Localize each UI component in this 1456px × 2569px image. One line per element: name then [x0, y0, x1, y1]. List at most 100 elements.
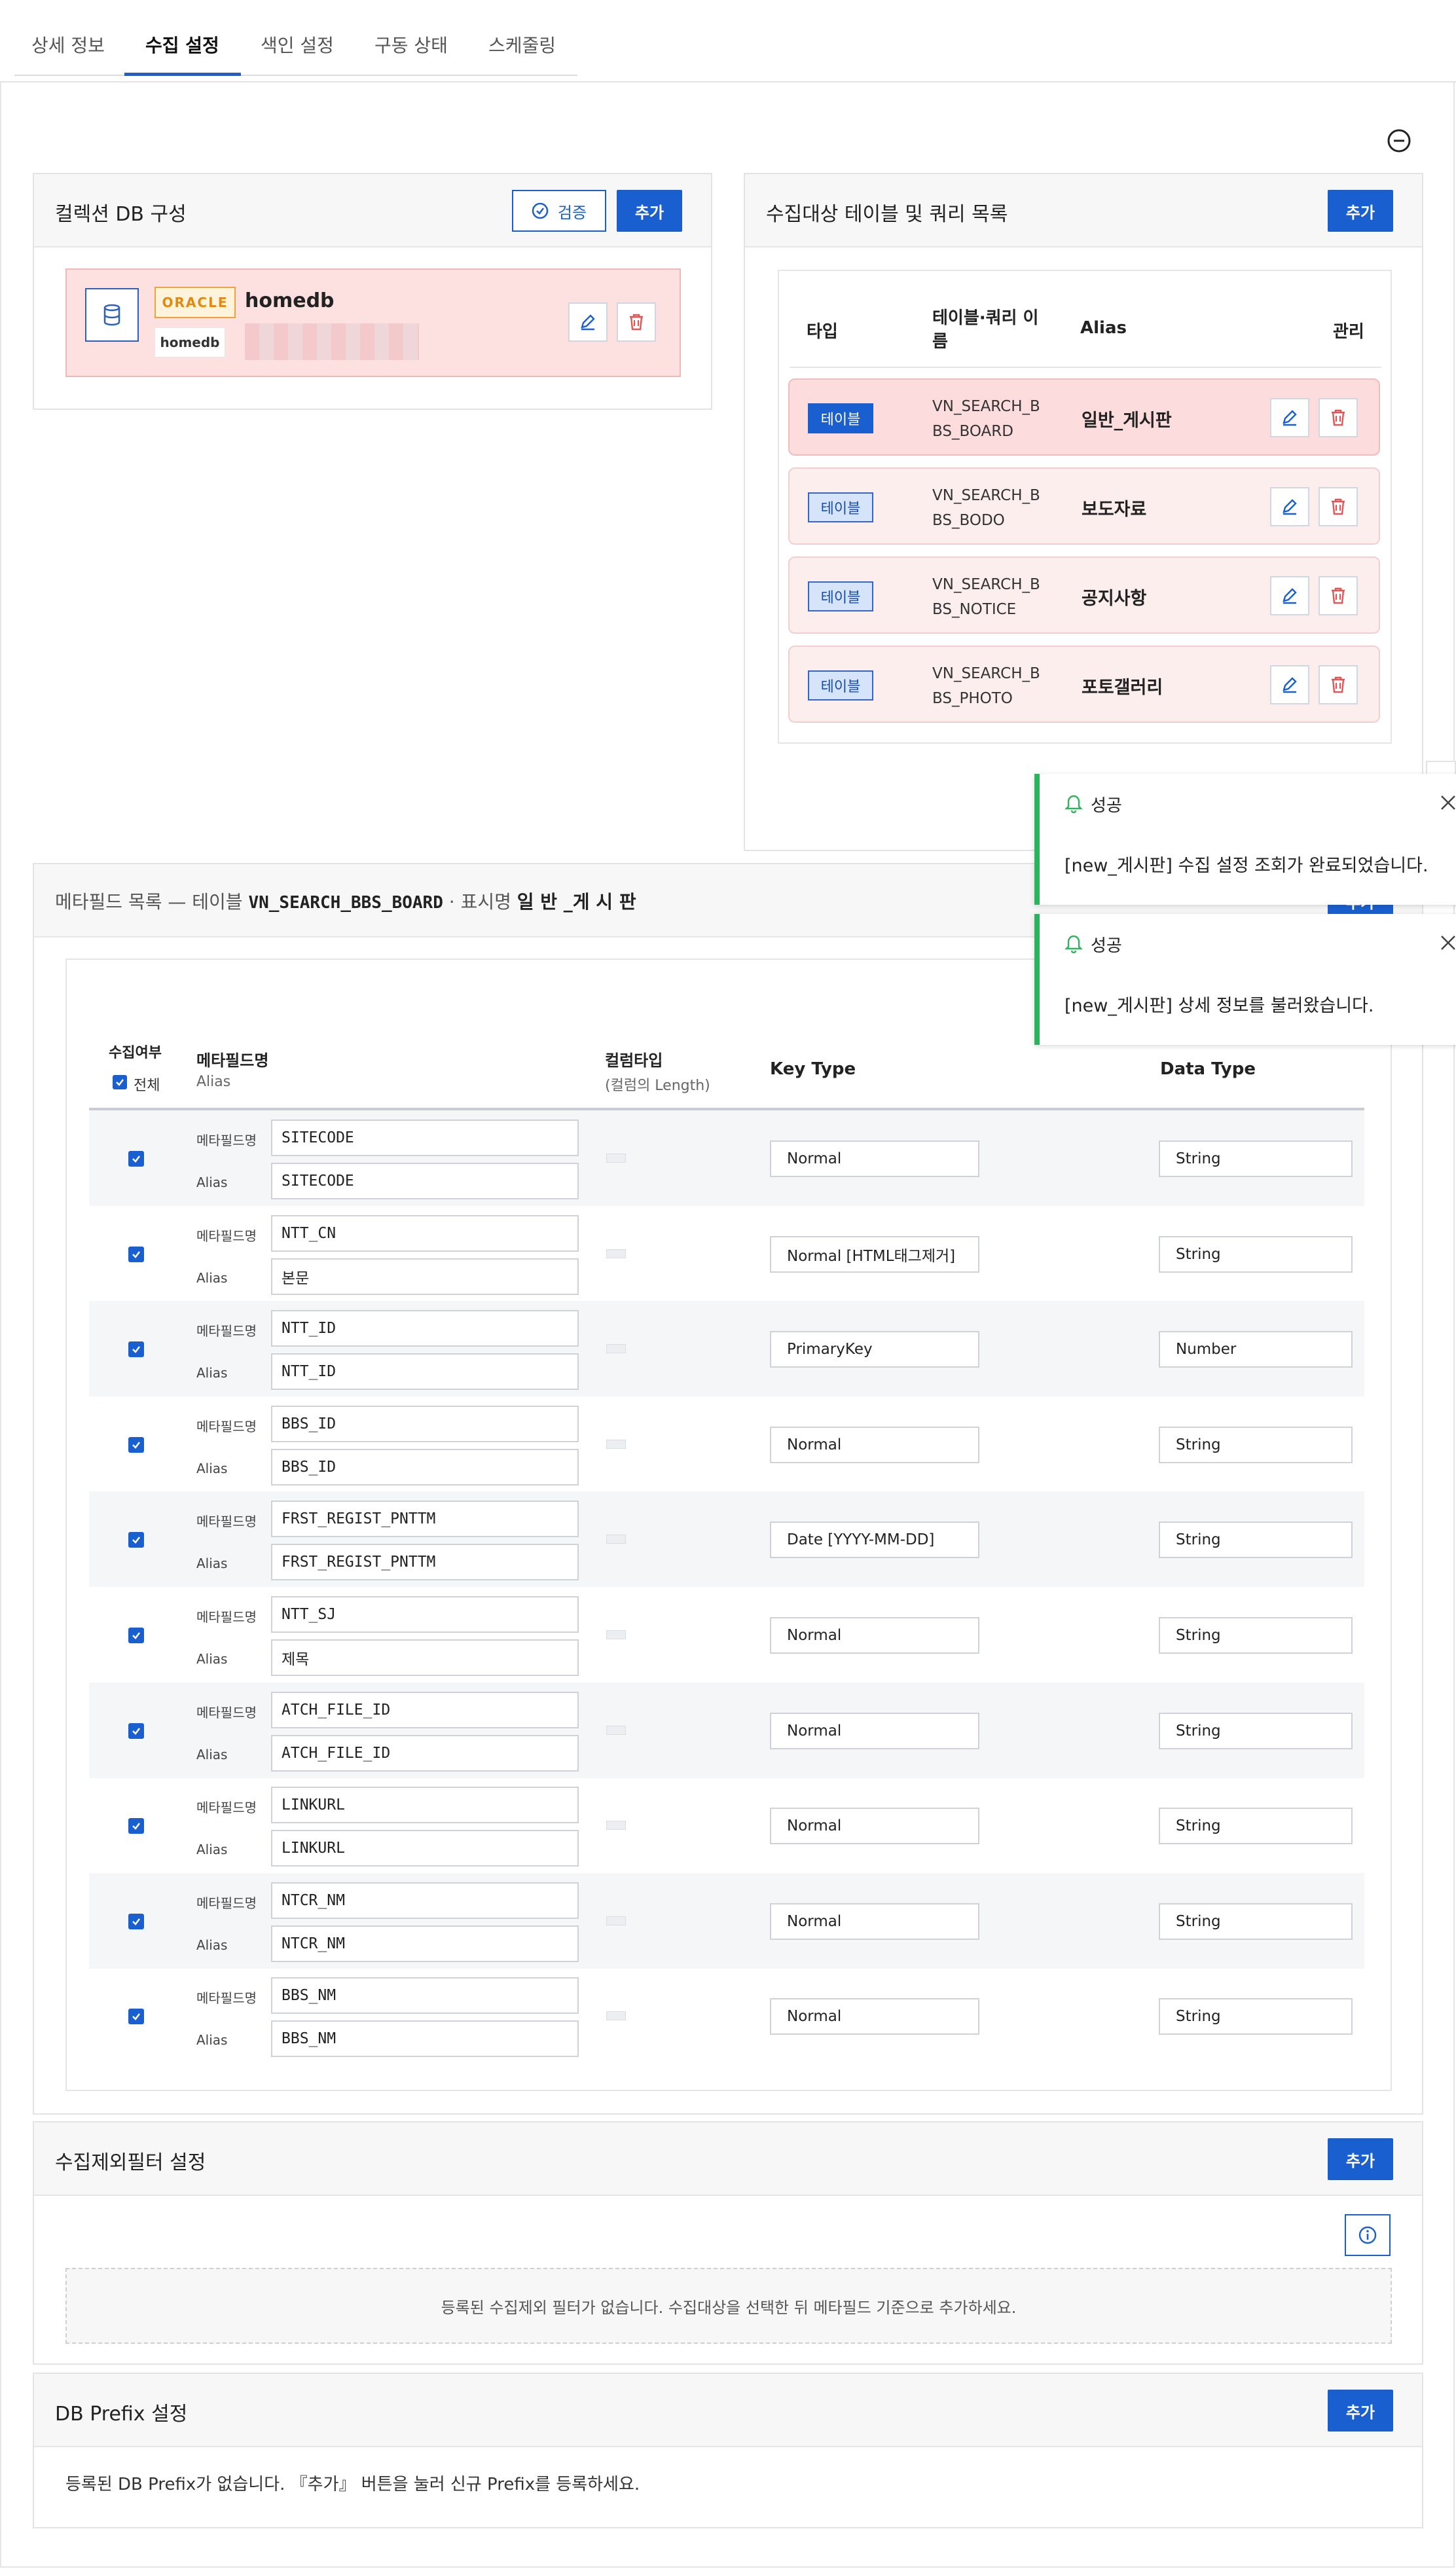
key-type-select[interactable]: Normal	[770, 1427, 979, 1463]
key-type-select[interactable]: PrimaryKey	[770, 1331, 979, 1368]
table-alias: 포토갤러리	[1082, 678, 1163, 698]
db-card[interactable]: ORACLE homedb homedb	[65, 268, 681, 377]
data-type-select[interactable]: String	[1159, 1998, 1353, 2035]
tab-index-settings[interactable]: 색인 설정	[261, 31, 334, 58]
collect-checkbox[interactable]	[128, 1247, 144, 1262]
alias-input[interactable]: SITECODE	[271, 1163, 579, 1199]
alias-input[interactable]: NTCR_NM	[271, 1925, 579, 1962]
alias-input[interactable]: 제목	[271, 1639, 579, 1676]
type-badge: 테이블	[808, 670, 873, 701]
key-type-select[interactable]: Date [YYYY-MM-DD]	[770, 1521, 979, 1558]
verify-button[interactable]: 검증	[512, 190, 606, 232]
field-name-label: 메타필드명	[196, 1609, 257, 1625]
collect-checkbox[interactable]	[128, 1723, 144, 1739]
collect-checkbox[interactable]	[128, 1151, 144, 1167]
field-name-input[interactable]: ATCH_FILE_ID	[271, 1692, 579, 1728]
field-name-input[interactable]: LINKURL	[271, 1787, 579, 1823]
column-type-placeholder	[606, 1154, 626, 1163]
edit-table-button[interactable]	[1270, 665, 1309, 704]
alias-label: Alias	[196, 1556, 228, 1571]
verify-button-label: 검증	[557, 203, 587, 222]
data-type-select[interactable]: Number	[1159, 1331, 1353, 1368]
field-name-input[interactable]: NTCR_NM	[271, 1882, 579, 1919]
delete-db-button[interactable]	[617, 302, 656, 342]
alias-input[interactable]: BBS_NM	[271, 2020, 579, 2057]
add-db-prefix-button[interactable]: 추가	[1328, 2390, 1393, 2432]
alias-input[interactable]: LINKURL	[271, 1830, 579, 1867]
alias-input[interactable]: 본문	[271, 1258, 579, 1295]
delete-table-button[interactable]	[1319, 398, 1358, 437]
edit-db-button[interactable]	[568, 302, 608, 342]
db-prefix-panel: DB Prefix 설정 추가 등록된 DB Prefix가 없습니다. 『추가…	[33, 2373, 1423, 2528]
alias-input[interactable]: NTT_ID	[271, 1353, 579, 1390]
alias-label: Alias	[196, 1175, 228, 1190]
data-type-select[interactable]: String	[1159, 1713, 1353, 1749]
data-type-select[interactable]: String	[1159, 1521, 1353, 1558]
app-root: 상세 정보 수집 설정 색인 설정 구동 상태 스케줄링 컬렉션 DB 구성 검…	[0, 0, 1456, 2569]
edit-table-button[interactable]	[1270, 398, 1309, 437]
select-all-checkbox[interactable]	[113, 1075, 127, 1089]
pencil-icon	[1283, 677, 1297, 693]
active-tab-indicator	[124, 73, 241, 76]
header-divider	[790, 367, 1381, 368]
data-type-select[interactable]: String	[1159, 1140, 1353, 1177]
metafield-row: 메타필드명 NTT_SJ Alias 제목 Normal String	[89, 1587, 1364, 1683]
pencil-icon	[1283, 499, 1297, 515]
field-name-input[interactable]: SITECODE	[271, 1120, 579, 1156]
collect-checkbox[interactable]	[128, 1532, 144, 1548]
delete-table-button[interactable]	[1319, 487, 1358, 526]
tab-detail-info[interactable]: 상세 정보	[31, 31, 105, 58]
close-icon[interactable]	[1439, 934, 1456, 952]
alias-label: Alias	[196, 1270, 228, 1286]
key-type-select[interactable]: Normal	[770, 1713, 979, 1749]
alias-input[interactable]: ATCH_FILE_ID	[271, 1735, 579, 1772]
close-icon[interactable]	[1439, 793, 1456, 812]
collect-checkbox[interactable]	[128, 1341, 144, 1357]
key-type-select[interactable]: Normal	[770, 1808, 979, 1844]
field-name-input[interactable]: NTT_ID	[271, 1310, 579, 1347]
add-exclude-filter-button[interactable]: 추가	[1328, 2138, 1393, 2180]
table-row[interactable]: 테이블 VN_SEARCH_BBS_PHOTO 포토갤러리	[788, 646, 1380, 723]
tab-collect-settings[interactable]: 수집 설정	[145, 31, 219, 58]
delete-table-button[interactable]	[1319, 576, 1358, 615]
metafield-row: 메타필드명 BBS_NM Alias BBS_NM Normal String	[89, 1968, 1364, 2064]
metafield-row: 메타필드명 LINKURL Alias LINKURL Normal String	[89, 1777, 1364, 1873]
alias-input[interactable]: BBS_ID	[271, 1449, 579, 1485]
table-row[interactable]: 테이블 VN_SEARCH_BBS_BODO 보도자료	[788, 467, 1380, 545]
field-name-input[interactable]: BBS_NM	[271, 1977, 579, 2014]
collect-checkbox[interactable]	[128, 1628, 144, 1643]
collect-checkbox[interactable]	[128, 2009, 144, 2024]
data-type-select[interactable]: String	[1159, 1236, 1353, 1273]
field-name-input[interactable]: FRST_REGIST_PNTTM	[271, 1501, 579, 1537]
table-row[interactable]: 테이블 VN_SEARCH_BBS_NOTICE 공지사항	[788, 556, 1380, 634]
collect-checkbox[interactable]	[128, 1437, 144, 1453]
add-table-button[interactable]: 추가	[1328, 190, 1393, 232]
field-name-label: 메타필드명	[196, 1705, 257, 1721]
field-name-label: 메타필드명	[196, 1990, 257, 2006]
data-type-select[interactable]: String	[1159, 1808, 1353, 1844]
delete-table-button[interactable]	[1319, 665, 1358, 704]
field-name-input[interactable]: NTT_SJ	[271, 1596, 579, 1633]
field-name-input[interactable]: BBS_ID	[271, 1406, 579, 1442]
key-type-select[interactable]: Normal	[770, 1140, 979, 1177]
field-name-input[interactable]: NTT_CN	[271, 1215, 579, 1252]
tab-run-status[interactable]: 구동 상태	[374, 31, 448, 58]
key-type-select[interactable]: Normal [HTML태그제거]	[770, 1236, 979, 1273]
target-tables-panel: 수집대상 테이블 및 쿼리 목록 추가 타입 테이블·쿼리 이름 Alias 관…	[744, 173, 1423, 851]
tab-scheduling[interactable]: 스케줄링	[488, 31, 556, 58]
add-db-button[interactable]: 추가	[617, 190, 682, 232]
edit-table-button[interactable]	[1270, 487, 1309, 526]
key-type-select[interactable]: Normal	[770, 1903, 979, 1940]
table-row[interactable]: 테이블 VN_SEARCH_BBS_BOARD 일반_게시판	[788, 378, 1380, 456]
key-type-select[interactable]: Normal	[770, 1617, 979, 1654]
data-type-select[interactable]: String	[1159, 1617, 1353, 1654]
info-button[interactable]	[1345, 2214, 1391, 2256]
collect-checkbox[interactable]	[128, 1818, 144, 1834]
key-type-select[interactable]: Normal	[770, 1998, 979, 2035]
edit-table-button[interactable]	[1270, 576, 1309, 615]
alias-input[interactable]: FRST_REGIST_PNTTM	[271, 1544, 579, 1580]
data-type-select[interactable]: String	[1159, 1427, 1353, 1463]
collect-checkbox[interactable]	[128, 1914, 144, 1929]
collapse-icon[interactable]	[1387, 128, 1411, 153]
data-type-select[interactable]: String	[1159, 1903, 1353, 1940]
